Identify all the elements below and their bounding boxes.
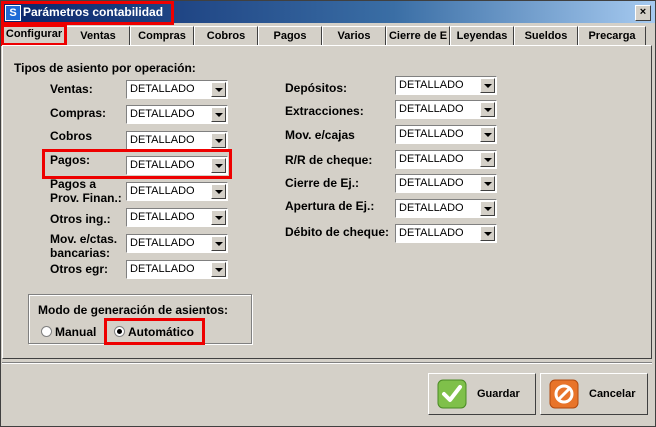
chevron-down-icon[interactable]: [480, 102, 495, 117]
select-mov-cajas[interactable]: DETALLADO: [395, 125, 497, 144]
label-otros-ing: Otros ing.:: [50, 212, 111, 226]
chevron-down-icon[interactable]: [211, 158, 226, 173]
label-rr-cheque: R/R de cheque:: [285, 153, 373, 167]
label-pagos: Pagos:: [50, 153, 91, 167]
checkmark-icon: [437, 379, 467, 409]
label-depositos: Depósitos:: [285, 81, 348, 95]
label-cierre-ej: Cierre de Ej.:: [285, 176, 360, 190]
cancel-label: Cancelar: [589, 388, 636, 400]
label-ventas: Ventas:: [50, 82, 93, 96]
tab-varios[interactable]: Varios: [322, 26, 386, 46]
chevron-down-icon[interactable]: [211, 82, 226, 97]
select-otros-ing[interactable]: DETALLADO: [126, 208, 228, 227]
select-value: DETALLADO: [130, 211, 195, 223]
label-apertura-ej: Apertura de Ej.:: [285, 199, 375, 213]
separator: [2, 362, 652, 364]
radio-automatico-label[interactable]: Automático: [128, 325, 194, 339]
select-compras[interactable]: DETALLADO: [126, 105, 228, 124]
radio-manual[interactable]: [41, 326, 52, 337]
select-value: DETALLADO: [130, 83, 195, 95]
label-otros-egr: Otros egr:: [50, 262, 109, 276]
chevron-down-icon[interactable]: [480, 78, 495, 93]
tab-cobros[interactable]: Cobros: [194, 26, 258, 46]
label-debito-cheque: Débito de cheque:: [285, 225, 390, 239]
radio-manual-label[interactable]: Manual: [55, 325, 96, 339]
chevron-down-icon[interactable]: [211, 184, 226, 199]
select-otros-egr[interactable]: DETALLADO: [126, 260, 228, 279]
tab-configurar[interactable]: Configurar: [2, 24, 66, 46]
tab-pagos[interactable]: Pagos: [258, 26, 322, 46]
select-value: DETALLADO: [399, 153, 464, 165]
chevron-down-icon[interactable]: [480, 127, 495, 142]
select-value: DETALLADO: [399, 227, 464, 239]
app-icon: S: [5, 5, 21, 21]
label-extracciones: Extracciones:: [285, 104, 364, 118]
label-cobros: Cobros: [50, 129, 92, 143]
chevron-down-icon[interactable]: [211, 133, 226, 148]
chevron-down-icon[interactable]: [480, 176, 495, 191]
tab-compras[interactable]: Compras: [130, 26, 194, 46]
mode-title: Modo de generación de asientos:: [38, 303, 229, 317]
label-mov-ctas-bancarias: Mov. e/ctas. bancarias:: [50, 232, 118, 260]
chevron-down-icon[interactable]: [211, 210, 226, 225]
select-value: DETALLADO: [130, 108, 195, 120]
close-button[interactable]: ×: [635, 5, 651, 21]
radio-automatico[interactable]: [114, 326, 125, 337]
select-value: DETALLADO: [399, 128, 464, 140]
select-value: DETALLADO: [130, 159, 195, 171]
select-value: DETALLADO: [130, 185, 195, 197]
select-value: DETALLADO: [399, 202, 464, 214]
select-value: DETALLADO: [130, 134, 195, 146]
tab-ventas[interactable]: Ventas: [66, 26, 130, 46]
select-value: DETALLADO: [399, 79, 464, 91]
select-ventas[interactable]: DETALLADO: [126, 80, 228, 99]
select-mov-ctas-bancarias[interactable]: DETALLADO: [126, 234, 228, 253]
select-debito-cheque[interactable]: DETALLADO: [395, 224, 497, 243]
select-extracciones[interactable]: DETALLADO: [395, 100, 497, 119]
label-compras: Compras:: [50, 106, 107, 120]
cancel-button[interactable]: Cancelar: [540, 373, 648, 415]
chevron-down-icon[interactable]: [480, 226, 495, 241]
chevron-down-icon[interactable]: [480, 152, 495, 167]
select-cierre-ej[interactable]: DETALLADO: [395, 174, 497, 193]
select-value: DETALLADO: [130, 263, 195, 275]
title-bar[interactable]: S Parámetros contabilidad ×: [1, 1, 655, 23]
chevron-down-icon[interactable]: [211, 236, 226, 251]
save-button[interactable]: Guardar: [428, 373, 536, 415]
chevron-down-icon[interactable]: [211, 262, 226, 277]
save-label: Guardar: [477, 388, 520, 400]
label-pagos-prov-finan: Pagos a Prov. Finan.:: [50, 177, 122, 205]
select-apertura-ej[interactable]: DETALLADO: [395, 199, 497, 218]
select-depositos[interactable]: DETALLADO: [395, 76, 497, 95]
select-pagos-prov-finan[interactable]: DETALLADO: [126, 182, 228, 201]
tab-precarga[interactable]: Precarga: [578, 26, 646, 46]
select-pagos[interactable]: DETALLADO: [126, 156, 228, 175]
tab-cierre[interactable]: Cierre de E: [386, 26, 450, 46]
label-mov-cajas: Mov. e/cajas: [285, 128, 355, 142]
select-value: DETALLADO: [130, 237, 195, 249]
window-title: Parámetros contabilidad: [23, 5, 164, 19]
select-rr-cheque[interactable]: DETALLADO: [395, 150, 497, 169]
chevron-down-icon[interactable]: [480, 201, 495, 216]
tab-sueldos[interactable]: Sueldos: [514, 26, 578, 46]
section-title: Tipos de asiento por operación:: [14, 61, 196, 75]
chevron-down-icon[interactable]: [211, 107, 226, 122]
cancel-icon: [549, 379, 579, 409]
select-cobros[interactable]: DETALLADO: [126, 131, 228, 150]
select-value: DETALLADO: [399, 103, 464, 115]
select-value: DETALLADO: [399, 177, 464, 189]
tab-leyendas[interactable]: Leyendas: [450, 26, 514, 46]
